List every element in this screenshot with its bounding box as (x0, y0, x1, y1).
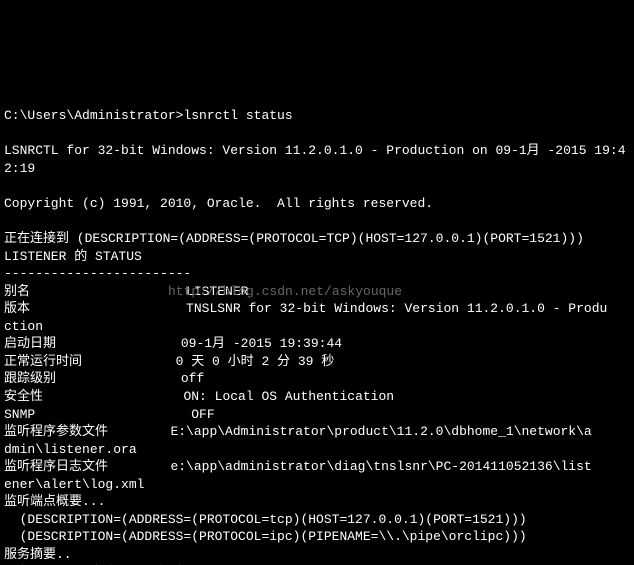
command-text: lsnrctl status (183, 108, 292, 123)
version-label: 版本 (4, 301, 30, 316)
startdate-label: 启动日期 (4, 336, 56, 351)
pad (82, 354, 176, 369)
pad (35, 407, 191, 422)
alias-label: 别名 (4, 284, 30, 299)
pad (108, 459, 170, 474)
version-wrap: ction (4, 319, 43, 334)
alias-value: LISTENER (186, 284, 248, 299)
startdate-value: 09-1月 -2015 19:39:44 (181, 336, 342, 351)
uptime-label: 正常运行时间 (4, 354, 82, 369)
banner-line1: LSNRCTL for 32-bit Windows: Version 11.2… (4, 143, 626, 158)
endpoint-line: (DESCRIPTION=(ADDRESS=(PROTOCOL=tcp)(HOS… (4, 512, 527, 527)
security-label: 安全性 (4, 389, 43, 404)
logfile-value: e:\app\administrator\diag\tnslsnr\PC-201… (170, 459, 591, 474)
status-header: LISTENER 的 STATUS (4, 249, 142, 264)
snmp-value: OFF (191, 407, 214, 422)
endpoints-header: 监听端点概要... (4, 494, 105, 509)
pad (56, 336, 181, 351)
pad (56, 371, 181, 386)
paramfile-label: 监听程序参数文件 (4, 424, 108, 439)
prompt: C:\Users\Administrator> (4, 108, 183, 123)
logfile-label: 监听程序日志文件 (4, 459, 108, 474)
logfile-wrap: ener\alert\log.xml (4, 477, 144, 492)
version-value: TNSLSNR for 32-bit Windows: Version 11.2… (186, 301, 607, 316)
copyright-line: Copyright (c) 1991, 2010, Oracle. All ri… (4, 196, 433, 211)
pad (30, 284, 186, 299)
pad (43, 389, 183, 404)
trace-label: 跟踪级别 (4, 371, 56, 386)
banner-line2: 2:19 (4, 161, 35, 176)
endpoint-line: (DESCRIPTION=(ADDRESS=(PROTOCOL=ipc)(PIP… (4, 529, 527, 544)
pad (30, 301, 186, 316)
paramfile-value: E:\app\Administrator\product\11.2.0\dbho… (170, 424, 591, 439)
services-header: 服务摘要.. (4, 547, 72, 562)
snmp-label: SNMP (4, 407, 35, 422)
uptime-value: 0 天 0 小时 2 分 39 秒 (176, 354, 335, 369)
pad (108, 424, 170, 439)
security-value: ON: Local OS Authentication (183, 389, 394, 404)
connect-line: 正在连接到 (DESCRIPTION=(ADDRESS=(PROTOCOL=TC… (4, 231, 584, 246)
terminal-output: C:\Users\Administrator>lsnrctl status LS… (0, 88, 634, 565)
trace-value: off (181, 371, 204, 386)
divider: ------------------------ (4, 266, 191, 281)
paramfile-wrap: dmin\listener.ora (4, 442, 137, 457)
